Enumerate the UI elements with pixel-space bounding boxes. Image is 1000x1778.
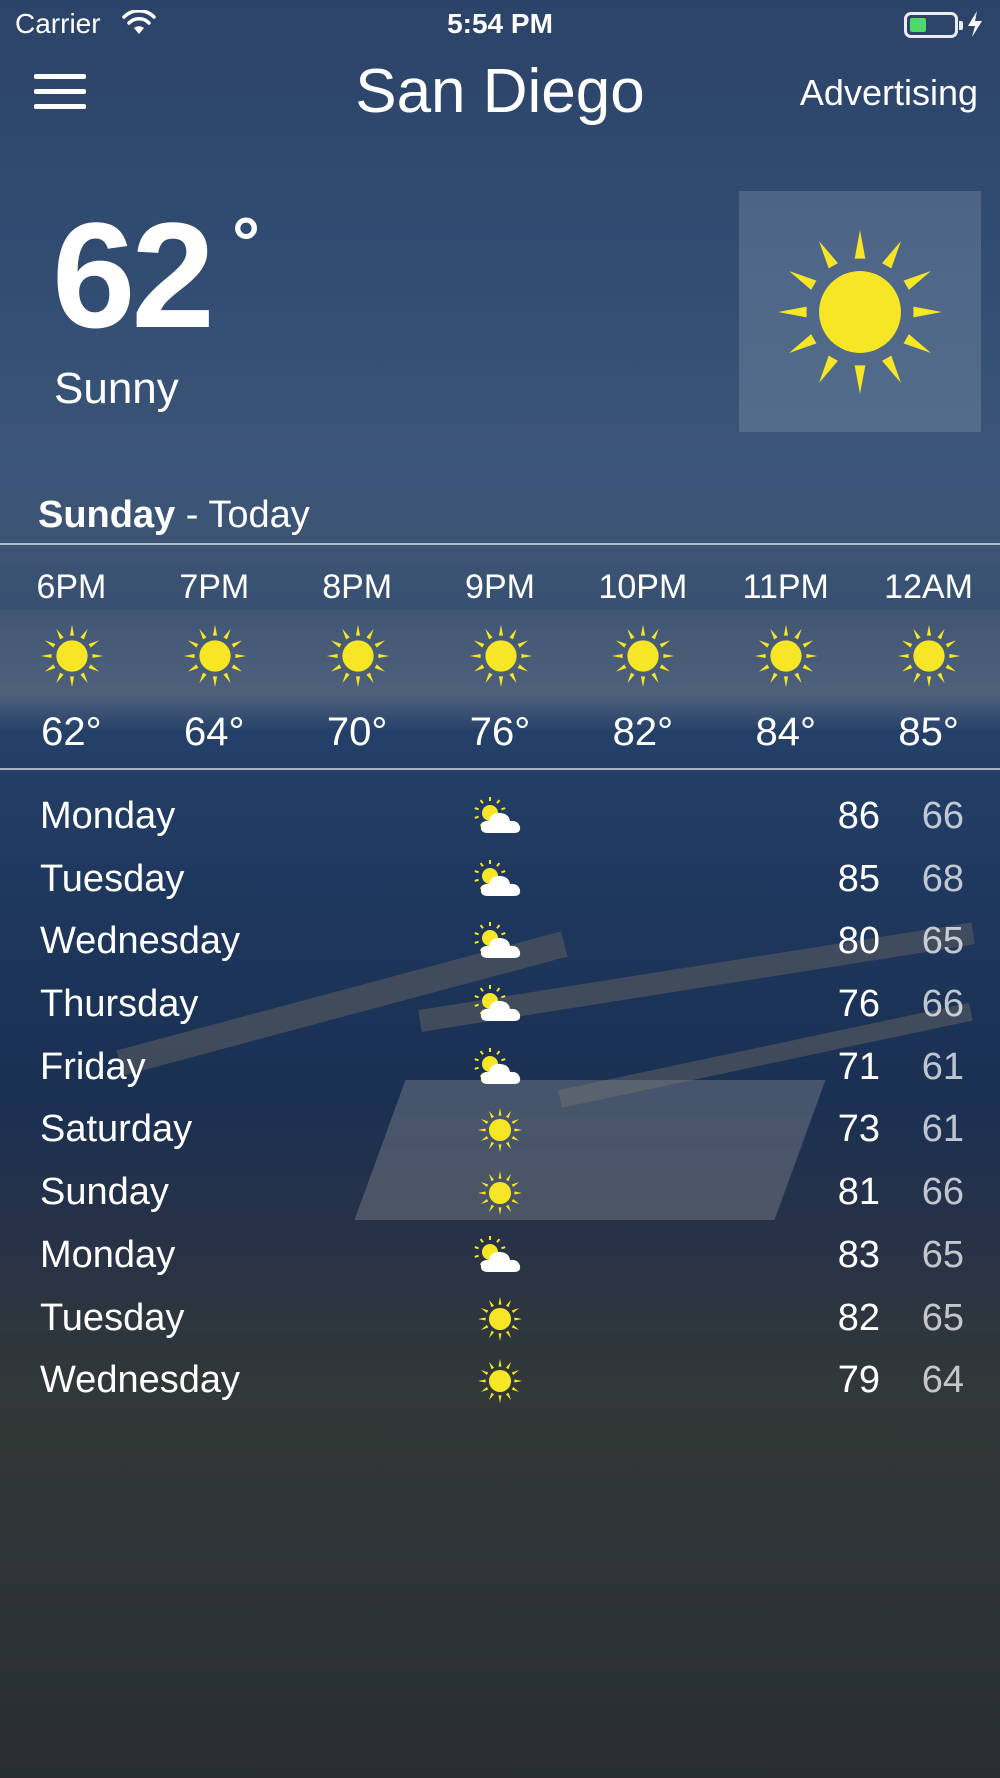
daily-low: 65	[921, 1296, 964, 1339]
daily-day-name: Monday	[40, 795, 176, 837]
daily-day-name: Tuesday	[40, 857, 185, 900]
daily-high: 76	[837, 983, 880, 1026]
partly-cloudy-icon	[474, 985, 528, 1025]
hourly-time: 7PM	[179, 568, 250, 606]
daily-high: 86	[837, 795, 880, 837]
divider	[0, 768, 1000, 770]
sun-icon	[476, 1106, 530, 1153]
daily-low: 61	[921, 1045, 964, 1088]
daily-day-name: Wednesday	[40, 920, 240, 963]
sun-icon	[476, 1357, 530, 1404]
partly-cloudy-icon	[474, 1235, 528, 1276]
daily-day-name: Thursday	[40, 983, 199, 1026]
today-suffix: - Today	[175, 494, 310, 536]
hourly-temperature: 82°	[612, 710, 674, 754]
daily-low: 65	[921, 1233, 964, 1276]
hourly-item: 6PM 62°	[0, 546, 143, 764]
partly-cloudy-icon	[474, 797, 528, 837]
daily-high: 79	[837, 1359, 880, 1402]
battery-level	[910, 18, 926, 32]
daily-low: 64	[921, 1359, 964, 1402]
advertising-button[interactable]: Advertising	[800, 72, 978, 114]
daily-high: 81	[837, 1171, 880, 1214]
daily-row: Monday 86 66	[0, 787, 1000, 850]
hourly-temperature: 70°	[326, 710, 388, 754]
status-time: 5:54 PM	[447, 8, 553, 39]
sun-icon	[181, 622, 249, 690]
hourly-item: 9PM 76°	[429, 546, 572, 764]
hourly-time: 11PM	[742, 568, 829, 606]
daily-forecast: Monday 86 66 Tuesday 85 68 Wednesday 80 65 Thursd…	[0, 787, 1000, 1414]
hourly-item: 11PM 84°	[714, 546, 857, 764]
hourly-temperature: 76°	[469, 710, 531, 754]
today-day: Sunday	[38, 494, 176, 536]
sun-icon	[38, 622, 106, 690]
hourly-time: 8PM	[322, 568, 393, 606]
hourly-time: 6PM	[36, 568, 107, 606]
hourly-time: 10PM	[598, 568, 688, 606]
daily-low: 66	[921, 983, 964, 1026]
daily-high: 73	[837, 1108, 880, 1151]
daily-day-name: Wednesday	[40, 1359, 240, 1402]
daily-row: Tuesday 82 65	[0, 1289, 1000, 1352]
current-condition: Sunny	[54, 364, 179, 413]
daily-low: 66	[921, 1171, 964, 1214]
hourly-temperature: 64°	[184, 710, 245, 754]
hourly-item: 12AM 85°	[857, 546, 1000, 764]
status-bar: Carrier 5:54 PM	[0, 0, 1000, 50]
partly-cloudy-icon	[474, 922, 528, 962]
daily-row: Friday 71 61	[0, 1038, 1000, 1101]
daily-row: Wednesday 80 65	[0, 912, 1000, 975]
daily-high: 80	[837, 920, 880, 963]
hourly-temperature: 85°	[898, 710, 959, 754]
daily-row: Sunday 81 66	[0, 1163, 1000, 1226]
hourly-time: 12AM	[884, 568, 973, 606]
sun-icon	[324, 622, 392, 690]
daily-day-name: Tuesday	[40, 1296, 185, 1339]
sun-icon	[778, 230, 942, 394]
daily-high: 71	[837, 1045, 880, 1088]
hourly-time: 9PM	[465, 568, 535, 606]
daily-day-name: Monday	[40, 1233, 176, 1276]
sun-icon	[476, 1295, 530, 1341]
partly-cloudy-icon	[474, 1047, 528, 1088]
sun-icon	[895, 622, 963, 690]
daily-day-name: Sunday	[40, 1171, 169, 1214]
battery-icon	[904, 12, 963, 38]
today-label: Sunday - Today	[38, 494, 310, 537]
daily-low: 65	[921, 920, 964, 963]
daily-high: 83	[837, 1233, 880, 1276]
charging-bolt-icon	[968, 11, 982, 37]
degree-symbol: °	[232, 203, 260, 281]
hourly-item: 8PM 70°	[286, 546, 429, 764]
partly-cloudy-icon	[474, 859, 528, 900]
daily-day-name: Saturday	[40, 1108, 193, 1151]
daily-high: 82	[837, 1296, 880, 1339]
daily-row: Wednesday 79 64	[0, 1351, 1000, 1414]
sun-icon	[752, 622, 820, 690]
daily-low: 66	[921, 795, 964, 837]
current-temperature: 62	[52, 191, 215, 359]
sun-icon	[467, 622, 535, 690]
daily-row: Monday 83 65	[0, 1226, 1000, 1289]
hourly-temperature: 84°	[755, 710, 816, 754]
hourly-forecast: 6PM 62° 7PM 64° 8PM 70° 9PM 76° 10PM 82° 11PM 84° 12…	[0, 546, 1000, 764]
daily-high: 85	[837, 857, 880, 900]
daily-row: Tuesday 85 68	[0, 850, 1000, 913]
sun-icon	[609, 622, 677, 690]
daily-day-name: Friday	[40, 1045, 146, 1088]
hourly-item: 10PM 82°	[571, 546, 714, 764]
daily-row: Saturday 73 61	[0, 1100, 1000, 1163]
hourly-item: 7PM 64°	[143, 546, 286, 764]
divider	[0, 543, 1000, 545]
sun-icon	[476, 1169, 530, 1216]
daily-low: 68	[921, 857, 964, 900]
current-weather-icon-box	[739, 191, 981, 432]
daily-low: 61	[921, 1108, 964, 1151]
daily-row: Thursday 76 66	[0, 975, 1000, 1038]
hourly-temperature: 62°	[41, 710, 102, 754]
